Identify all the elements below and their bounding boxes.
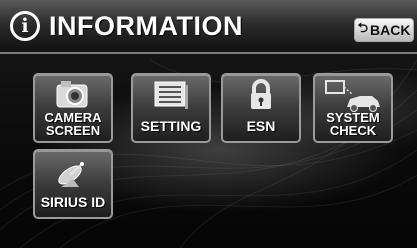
system-check-button[interactable]: SYSTEM CHECK — [313, 73, 393, 143]
lock-icon — [223, 79, 299, 113]
esn-label: ESN — [246, 118, 276, 134]
esn-button[interactable]: ESN — [221, 73, 301, 143]
title-bar: i INFORMATION ⮌ BACK — [0, 0, 417, 54]
system-check-label: SYSTEM CHECK — [326, 110, 380, 138]
sirius-id-button[interactable]: SIRIUS ID — [33, 149, 113, 219]
sirius-id-label: SIRIUS ID — [40, 194, 106, 210]
information-screen: i INFORMATION ⮌ BACK CAMERA SCREEN SETTI… — [0, 0, 417, 248]
settings-list-icon — [133, 79, 209, 113]
satellite-dish-icon — [35, 155, 111, 189]
info-circle-icon: i — [10, 11, 40, 41]
car-system-icon — [315, 79, 391, 113]
setting-button[interactable]: SETTING — [131, 73, 211, 143]
page-title: INFORMATION — [49, 10, 243, 41]
camera-icon — [35, 79, 111, 113]
back-button[interactable]: ⮌ BACK — [354, 18, 414, 42]
camera-screen-button[interactable]: CAMERA SCREEN — [33, 73, 113, 143]
setting-label: SETTING — [140, 118, 202, 134]
camera-screen-label: CAMERA SCREEN — [44, 110, 102, 138]
back-button-label: BACK — [369, 22, 411, 38]
title-group: i INFORMATION — [10, 8, 243, 44]
return-arrow-icon: ⮌ — [357, 20, 368, 35]
